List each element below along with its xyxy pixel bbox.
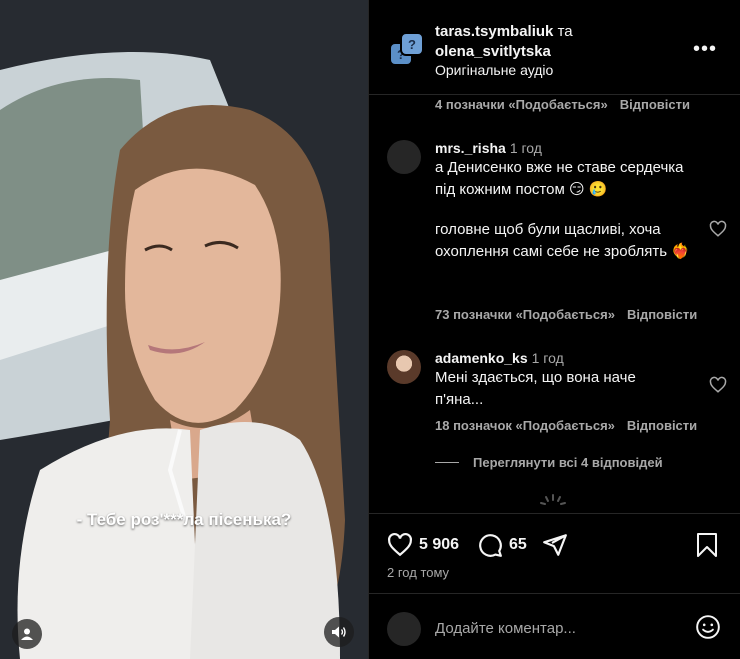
reply-button[interactable]: Відповісти [620, 97, 690, 112]
avatar[interactable] [387, 140, 421, 174]
view-replies-label: Переглянути всі 4 відповідей [473, 455, 663, 470]
likes-count[interactable]: 4 позначки «Подобається» [435, 97, 608, 112]
video-player[interactable]: - Тебе роз'***ла пісенька? [0, 0, 368, 659]
view-replies-button[interactable]: Переглянути всі 4 відповідей [435, 455, 663, 470]
reply-meta: 4 позначки «Подобається» Відповісти [435, 97, 690, 112]
avatar-placeholder-icon: ? [400, 32, 424, 56]
likes-count[interactable]: 73 позначки «Подобається» [435, 307, 615, 322]
post-actions: 5 906 65 2 год тому [369, 513, 740, 593]
tagged-users-button[interactable] [12, 619, 42, 649]
video-frame [0, 0, 368, 659]
post-timestamp[interactable]: 2 год тому [387, 565, 449, 580]
user-icon [21, 628, 33, 640]
comment-meta: 18 позначок «Подобається» Відповісти [435, 418, 697, 433]
speaker-icon [332, 626, 346, 638]
reply-button[interactable]: Відповісти [627, 418, 697, 433]
heart-icon [388, 532, 412, 557]
comment-icon [479, 534, 502, 557]
comment-button[interactable]: 65 [477, 532, 527, 558]
video-subtitle: - Тебе роз'***ла пісенька? [76, 510, 292, 529]
comment-item: mrs._risha 1 год а Денисенко вже не ставе… [387, 140, 727, 325]
comment-username[interactable]: mrs._risha [435, 140, 506, 156]
like-count: 5 906 [419, 536, 460, 553]
share-button[interactable] [542, 532, 574, 558]
more-options-button[interactable]: ••• [693, 38, 717, 61]
comments-list[interactable]: 4 позначки «Подобається» Відповісти mrs._… [369, 95, 740, 513]
likes-count[interactable]: 18 позначок «Подобається» [435, 418, 615, 433]
collab-avatar[interactable]: ? ? [387, 30, 425, 68]
add-comment-bar [369, 593, 740, 659]
comment-time: 1 год [509, 140, 542, 156]
avatar [387, 612, 421, 646]
comment-item: adamenko_ks 1 год Мені здається, що вона … [387, 350, 727, 440]
avatar[interactable] [387, 350, 421, 384]
comment-text: а Денисенко вже не ставе сердечка під ко… [435, 159, 684, 198]
like-comment-icon[interactable] [709, 220, 727, 238]
audio-link[interactable]: Оригінальне аудіо [435, 62, 553, 78]
comment-time: 1 год [531, 350, 564, 366]
like-button[interactable]: 5 906 [387, 532, 459, 558]
comment-text: Мені здається, що вона наче п'яна... [435, 369, 636, 408]
divider [435, 462, 459, 463]
emoji-icon[interactable] [695, 614, 721, 640]
sound-toggle-button[interactable] [324, 617, 354, 647]
author-link-2[interactable]: olena_svitlytska [435, 43, 551, 60]
comment-input[interactable] [435, 616, 675, 640]
post-header: ? ? taras.tsymbaliuk та olena_svitlytska… [369, 0, 740, 95]
bookmark-icon [697, 533, 717, 557]
author-joiner: та [557, 23, 573, 40]
author-names: taras.tsymbaliuk та olena_svitlytska [435, 22, 573, 62]
comment-meta: 73 позначки «Подобається» Відповісти [435, 307, 697, 322]
send-icon [543, 534, 567, 556]
like-comment-icon[interactable] [709, 376, 727, 394]
comment-count: 65 [509, 536, 527, 553]
reply-button[interactable]: Відповісти [627, 307, 697, 322]
author-link-1[interactable]: taras.tsymbaliuk [435, 23, 553, 40]
loading-spinner-icon [540, 494, 566, 505]
comment-text: головне щоб були щасливі, хоча охоплення… [435, 221, 690, 260]
comment-username[interactable]: adamenko_ks [435, 350, 528, 366]
post-panel: ? ? taras.tsymbaliuk та olena_svitlytska… [368, 0, 740, 659]
save-button[interactable] [695, 532, 725, 558]
